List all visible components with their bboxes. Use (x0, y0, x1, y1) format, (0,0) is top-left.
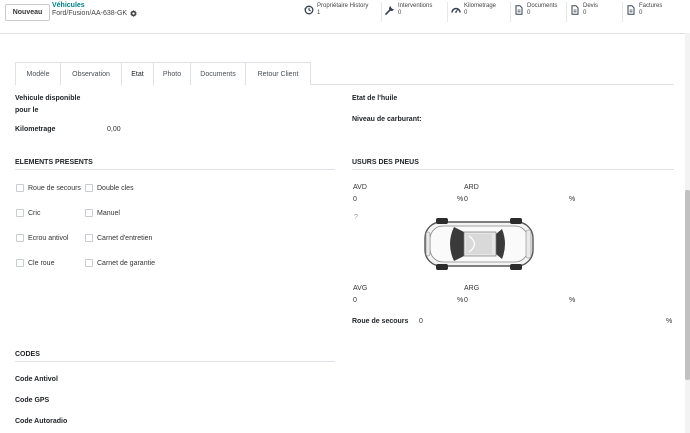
stat-button-interventions[interactable]: Interventions 0 (381, 2, 447, 22)
section-separator (352, 169, 674, 170)
kilometrage-label: Kilometrage (15, 126, 56, 133)
stat-label: Propriétaire History (317, 3, 369, 9)
breadcrumb: Véhicules Ford/Fusion/AA-638-GK (52, 2, 137, 17)
kilometrage-field[interactable]: 0,00 (107, 126, 121, 133)
codes-title: CODES (15, 351, 40, 358)
tab-photo[interactable]: Photo (153, 62, 191, 85)
tab-modele[interactable]: Modèle (15, 62, 61, 85)
record-name: Ford/Fusion/AA-638-GK (52, 10, 128, 17)
stat-label: Devis (583, 3, 599, 9)
checkbox-box[interactable] (85, 234, 93, 242)
breadcrumb-parent-link[interactable]: Véhicules (52, 2, 137, 9)
arg-field[interactable]: 0 (464, 297, 468, 304)
roue-secours-label: Roue de secours (352, 318, 409, 325)
checkbox-label: Cle roue (28, 259, 55, 267)
tab-retour-client[interactable]: Retour Client (245, 62, 311, 85)
avd-label: AVD (353, 184, 367, 191)
checkbox-box[interactable] (16, 209, 24, 217)
stat-button-factures[interactable]: Factures 0 (622, 2, 684, 22)
stat-button-history[interactable]: Propriétaire History 1 (301, 2, 381, 22)
stat-value: 0 (464, 10, 468, 16)
wrench-icon (385, 5, 395, 15)
checkbox-manuel[interactable]: Manuel (85, 209, 120, 217)
checkbox-label: Double cles (97, 184, 134, 192)
scrollbar[interactable] (685, 33, 690, 433)
vehicule-disponible-label: Vehicule disponible (15, 95, 81, 102)
control-panel: Nouveau Véhicules Ford/Fusion/AA-638-GK … (0, 0, 690, 26)
arg-label: ARG (464, 285, 480, 292)
breadcrumb-current: Ford/Fusion/AA-638-GK (52, 10, 137, 17)
checkbox-label: Carnet d'entretien (97, 234, 153, 242)
scrollbar-thumb[interactable] (685, 190, 690, 380)
quote-icon (570, 5, 580, 15)
ard-field[interactable]: 0 (464, 196, 468, 203)
stat-label: Interventions (398, 3, 433, 9)
avd-field[interactable]: 0 (353, 196, 357, 203)
stat-button-kilometrage[interactable]: Kilometrage 0 (447, 2, 510, 22)
tab-observation[interactable]: Observation (60, 62, 122, 85)
checkbox-ecrou-antivol[interactable]: Ecrou antivol (16, 234, 68, 242)
niveau-carburant-label: Niveau de carburant: (352, 116, 422, 123)
tab-etat[interactable]: Etat (121, 62, 154, 86)
stat-value: 0 (398, 10, 402, 16)
checkbox-label: Roue de secours (28, 184, 81, 192)
checkbox-box[interactable] (85, 259, 93, 267)
code-gps-label: Code GPS (15, 397, 50, 404)
avg-percent: % (457, 297, 464, 304)
invoice-icon (626, 5, 636, 15)
form-sheet (0, 33, 686, 433)
vehicule-disponible-label-2: pour le (15, 107, 39, 114)
checkbox-carnet-entretien[interactable]: Carnet d'entretien (85, 234, 152, 242)
etat-huile-label: Etat de l'huile (352, 95, 398, 102)
stat-button-devis[interactable]: Devis 0 (566, 2, 622, 22)
history-icon (304, 5, 314, 15)
checkbox-label: Manuel (97, 209, 120, 217)
stat-button-documents[interactable]: Documents 0 (510, 2, 566, 22)
avg-label: AVG (353, 285, 368, 292)
checkbox-label: Ecrou antivol (28, 234, 69, 242)
stat-value: 1 (317, 10, 321, 16)
usure-pneus-title: USURS DES PNEUS (352, 159, 419, 166)
help-tooltip[interactable]: ? (354, 214, 358, 221)
section-separator (15, 361, 335, 362)
checkbox-cric[interactable]: Cric (16, 209, 40, 217)
document-icon (514, 5, 524, 15)
code-autoradio-label: Code Autoradio (15, 418, 68, 425)
tab-documents[interactable]: Documents (190, 62, 246, 85)
checkbox-label: Carnet de garantie (97, 259, 155, 267)
stat-label: Kilometrage (464, 3, 497, 9)
checkbox-roue-de-secours[interactable]: Roue de secours (16, 184, 81, 192)
stat-label: Factures (639, 3, 663, 9)
avd-percent: % (457, 196, 464, 203)
stat-value: 0 (583, 10, 587, 16)
checkbox-box[interactable] (85, 209, 93, 217)
checkbox-carnet-garantie[interactable]: Carnet de garantie (85, 259, 155, 267)
checkbox-box[interactable] (16, 184, 24, 192)
code-antivol-label: Code Antivol (15, 376, 58, 383)
checkbox-double-cles[interactable]: Double cles (85, 184, 134, 192)
stat-value: 0 (527, 10, 531, 16)
section-separator (15, 169, 335, 170)
checkbox-box[interactable] (85, 184, 93, 192)
stat-label: Documents (527, 3, 558, 9)
notebook-tabs: Modèle Observation Etat Photo Documents … (15, 62, 674, 86)
stat-value: 0 (639, 10, 643, 16)
checkbox-label: Cric (28, 209, 41, 217)
checkbox-box[interactable] (16, 234, 24, 242)
roue-secours-percent: % (666, 318, 673, 325)
arg-percent: % (569, 297, 576, 304)
new-button[interactable]: Nouveau (5, 4, 50, 21)
gear-icon[interactable] (130, 10, 137, 17)
elements-presents-title: ELEMENTS PRESENTS (15, 159, 93, 166)
checkbox-cle-roue[interactable]: Cle roue (16, 259, 54, 267)
checkbox-box[interactable] (16, 259, 24, 267)
avg-field[interactable]: 0 (353, 297, 357, 304)
smart-buttons: Propriétaire History 1 Interventions 0 Kil… (301, 2, 684, 22)
roue-secours-field[interactable]: 0 (419, 318, 423, 325)
ard-percent: % (569, 196, 576, 203)
car-top-view-image (424, 218, 534, 270)
gauge-icon (451, 5, 461, 15)
ard-label: ARD (464, 184, 479, 191)
